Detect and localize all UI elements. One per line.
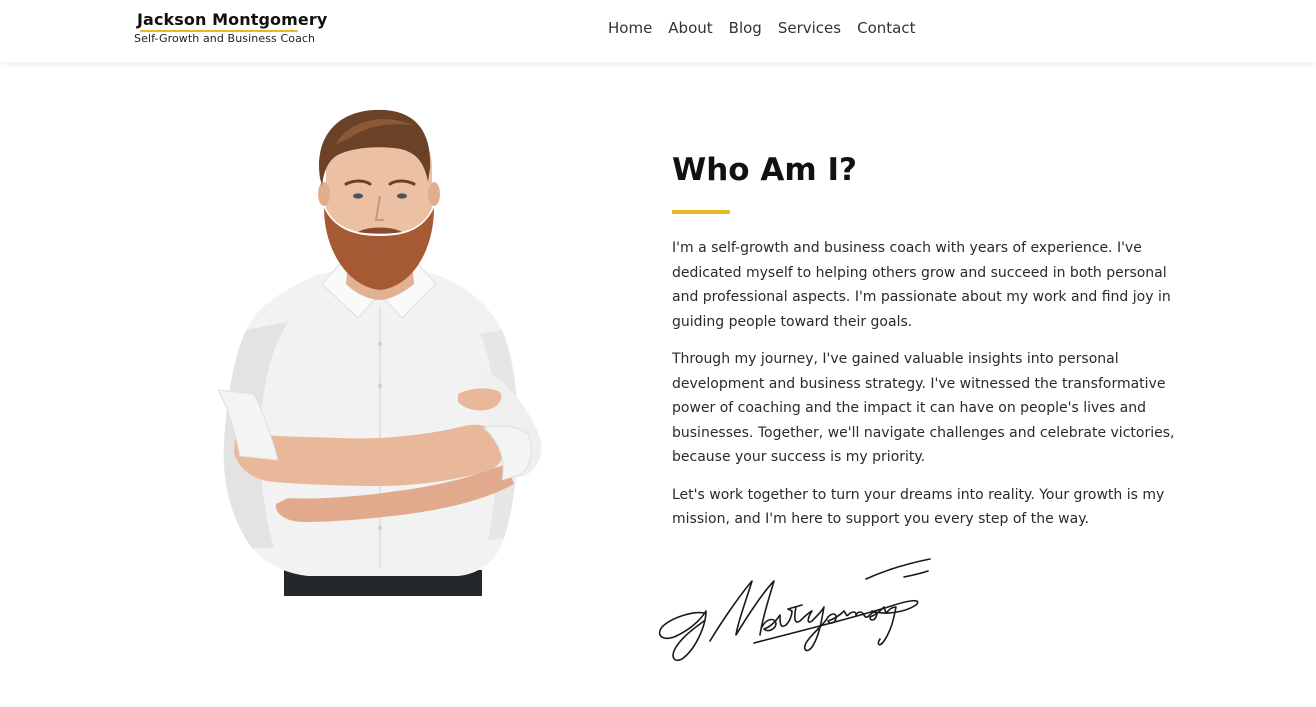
portrait-photo bbox=[218, 109, 542, 596]
signature-image bbox=[658, 558, 931, 662]
about-title: Who Am I? bbox=[672, 152, 857, 188]
brand-name: Jackson Montgomery bbox=[137, 10, 328, 29]
site-header: Jackson Montgomery Self-Growth and Busin… bbox=[0, 0, 1316, 62]
nav-services-link[interactable]: Services bbox=[778, 18, 841, 38]
about-paragraph-1: I'm a self-growth and business coach wit… bbox=[672, 240, 1171, 330]
about-section: Who Am I? I'm a self-growth and business… bbox=[672, 150, 1202, 545]
title-accent-bar bbox=[672, 210, 730, 214]
about-paragraph-3: Let's work together to turn your dreams … bbox=[672, 486, 1165, 528]
nav-home-link[interactable]: Home bbox=[608, 18, 652, 38]
nav-blog-link[interactable]: Blog bbox=[729, 18, 762, 38]
main-nav: Home About Blog Services Contact bbox=[608, 18, 915, 38]
nav-contact-link[interactable]: Contact bbox=[857, 18, 915, 38]
about-paragraph-2: Through my journey, I've gained valuable… bbox=[672, 351, 1175, 465]
brand-logo[interactable]: Jackson Montgomery Self-Growth and Busin… bbox=[134, 10, 328, 45]
brand-tagline: Self-Growth and Business Coach bbox=[134, 32, 316, 45]
nav-about-link[interactable]: About bbox=[668, 18, 712, 38]
